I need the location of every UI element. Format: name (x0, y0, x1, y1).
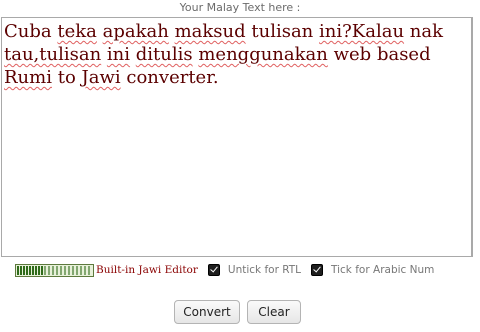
text-word: maksud (174, 21, 246, 42)
text-word: Jawi (81, 67, 121, 88)
text-word: tulisan (251, 21, 314, 42)
input-heading: Your Malay Text here : (179, 1, 301, 14)
arabic-num-label: Tick for Arabic Num (331, 264, 435, 276)
editor-toolbar: Built-in Jawi Editor Untick for RTL Tick… (15, 261, 444, 279)
text-word: ini (106, 44, 131, 65)
text-word: based (376, 44, 431, 65)
rtl-checkbox[interactable] (207, 264, 220, 276)
text-word: Rumi (4, 67, 52, 88)
text-word: converter. (126, 67, 219, 88)
text-word: web (333, 44, 372, 65)
clear-button[interactable]: Clear (247, 300, 301, 324)
text-word: ditulis (135, 44, 193, 65)
convert-button[interactable]: Convert (174, 300, 240, 324)
text-word: teka (57, 21, 97, 42)
text-word: ini?Kalau (319, 21, 405, 42)
jawi-editor-link[interactable]: Built-in Jawi Editor (96, 264, 198, 276)
text-word: menggunakan (198, 44, 328, 65)
arabic-num-checkbox[interactable] (311, 264, 324, 276)
malay-text-input[interactable]: Cuba teka apakah maksud tulisan ini?Kala… (1, 17, 473, 257)
rtl-label: Untick for RTL (227, 264, 302, 276)
jawi-keyboard-icon[interactable] (15, 263, 94, 277)
text-word: nak (409, 21, 444, 42)
text-word: tau,tulisan (4, 44, 102, 65)
text-word: Cuba (4, 21, 52, 42)
text-word: to (57, 67, 76, 88)
text-word: apakah (102, 21, 169, 42)
